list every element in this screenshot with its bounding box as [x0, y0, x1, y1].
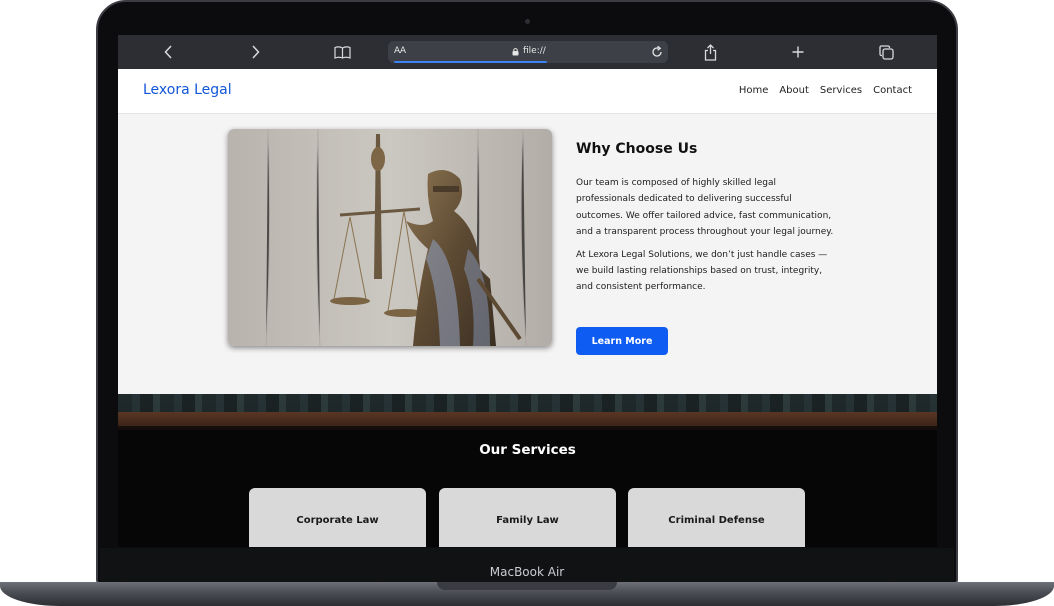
bookmarks-icon[interactable]: [333, 42, 351, 62]
services-title: Our Services: [479, 442, 576, 458]
share-icon[interactable]: [703, 42, 717, 62]
laptop-notch: [437, 582, 617, 590]
why-choose-us-section: Why Choose Us Our team is composed of hi…: [118, 114, 937, 394]
why-paragraph-1: Our team is composed of highly skilled l…: [576, 178, 834, 238]
reload-icon[interactable]: [650, 44, 664, 63]
tabs-icon[interactable]: [878, 42, 894, 62]
new-tab-icon[interactable]: [791, 42, 805, 62]
forward-icon[interactable]: [249, 42, 261, 62]
text-size-button[interactable]: AA: [394, 46, 406, 56]
nav-links: Home About Services Contact: [739, 85, 912, 96]
laptop-frame: AA file:// Lexora Legal Home About Servi…: [0, 0, 1054, 606]
service-card-label: Family Law: [496, 515, 559, 526]
service-card-label: Corporate Law: [296, 515, 379, 526]
why-title: Why Choose Us: [576, 141, 698, 157]
learn-more-button[interactable]: Learn More: [576, 327, 668, 355]
nav-contact[interactable]: Contact: [873, 85, 912, 96]
browser-screen: AA file:// Lexora Legal Home About Servi…: [118, 35, 937, 547]
address-text-wrap: file://: [512, 46, 546, 56]
browser-toolbar: AA file://: [118, 35, 937, 69]
nav-about[interactable]: About: [779, 85, 809, 96]
why-text-block: Why Choose Us Our team is composed of hi…: [576, 141, 836, 302]
address-bar[interactable]: AA file://: [388, 41, 668, 63]
services-section: Our Services Corporate Law Family Law Cr…: [118, 394, 937, 547]
service-card-corporate-law[interactable]: Corporate Law: [249, 488, 426, 547]
lady-justice-image: [228, 129, 552, 346]
nav-services[interactable]: Services: [820, 85, 862, 96]
lock-icon: [512, 47, 519, 55]
back-icon[interactable]: [162, 42, 174, 62]
device-label: MacBook Air: [489, 565, 565, 579]
service-card-label: Criminal Defense: [668, 515, 765, 526]
nav-home[interactable]: Home: [739, 85, 769, 96]
service-card-family-law[interactable]: Family Law: [439, 488, 616, 547]
address-text: file://: [523, 46, 546, 56]
bookshelf-background: [118, 394, 937, 430]
service-card-criminal-defense[interactable]: Criminal Defense: [628, 488, 805, 547]
site-header: Lexora Legal Home About Services Contact: [118, 69, 937, 114]
why-paragraph-2: At Lexora Legal Solutions, we don’t just…: [576, 249, 828, 293]
site-logo[interactable]: Lexora Legal: [143, 82, 232, 98]
load-progress-bar: [394, 61, 547, 63]
camera: [525, 19, 530, 24]
